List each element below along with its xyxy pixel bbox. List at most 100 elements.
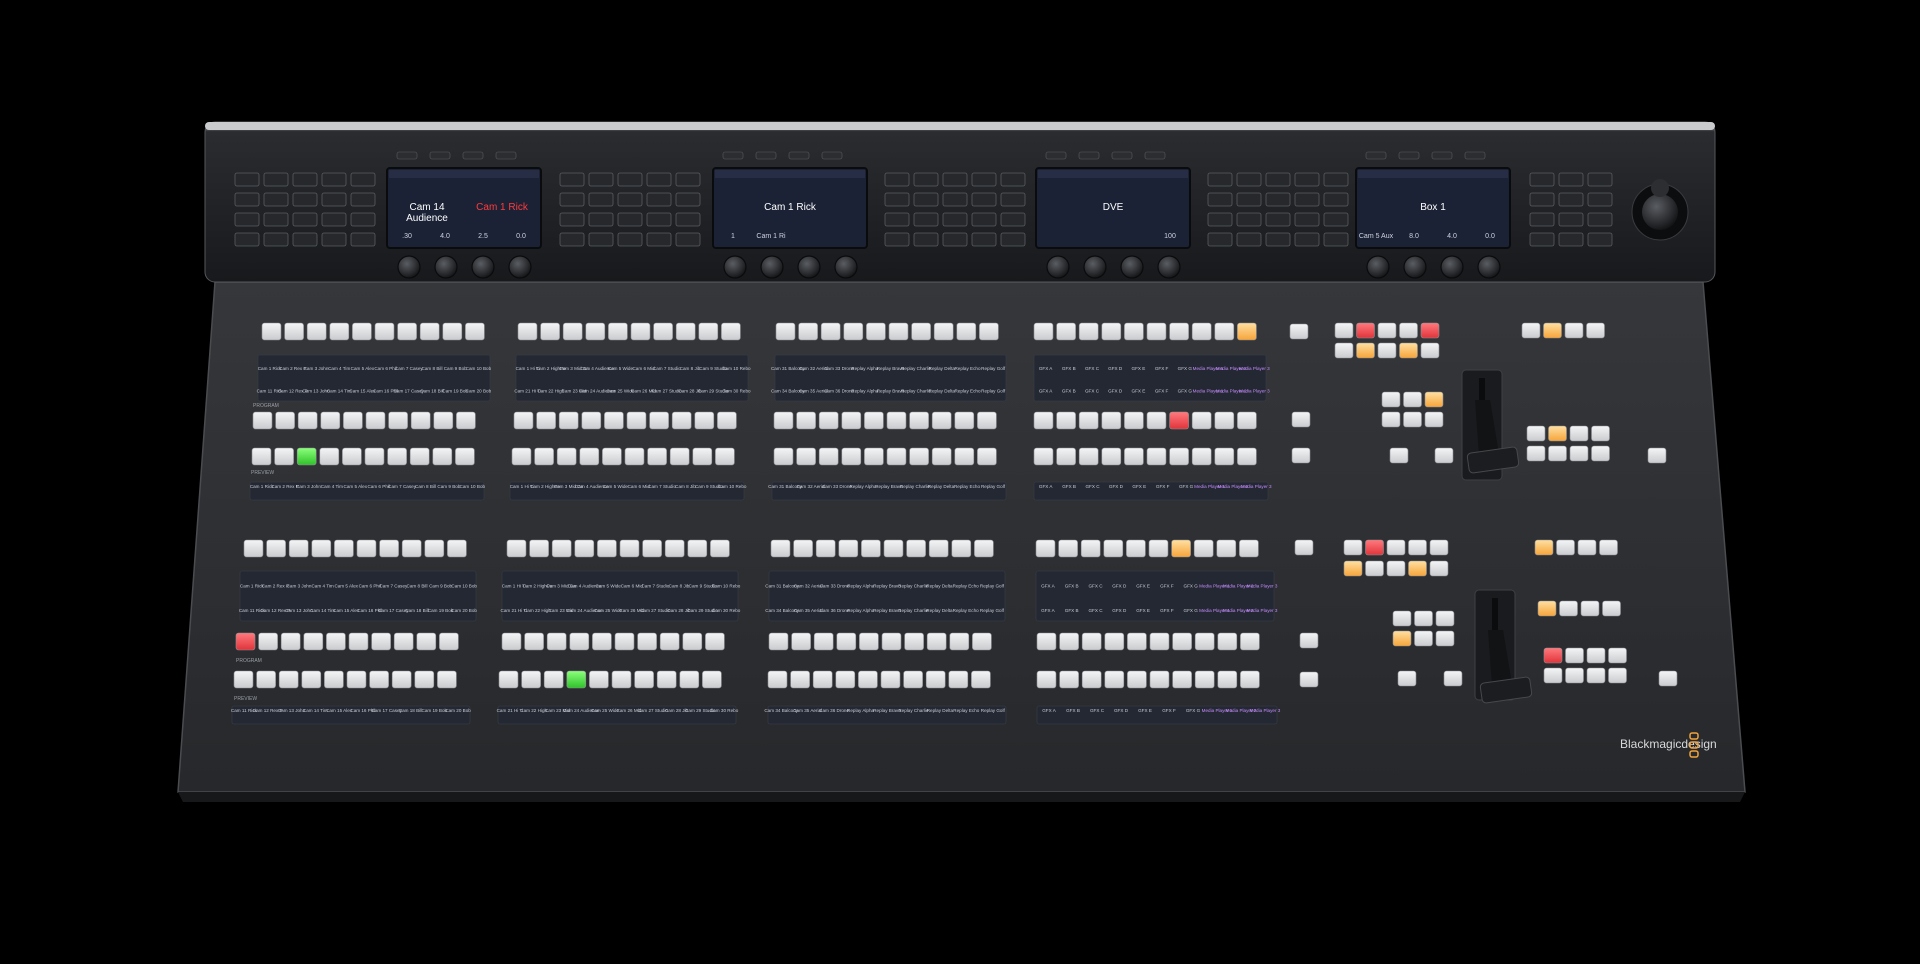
key-program-bus-2[interactable]: [326, 632, 346, 651]
key-select-bus-1[interactable]: [888, 322, 909, 341]
key-select-bus-1[interactable]: [608, 322, 628, 341]
key-program-bus-1[interactable]: [1101, 411, 1122, 430]
key-program-bus-1[interactable]: [581, 411, 602, 430]
key-select-bus-1[interactable]: [843, 322, 864, 341]
next-transition-key[interactable]: [1521, 322, 1541, 339]
key-program-bus-2[interactable]: [949, 632, 970, 651]
key-select-bus-2-lit-amber[interactable]: [1171, 539, 1191, 558]
transition-style-key[interactable]: [1403, 411, 1422, 428]
key-preview-bus-2[interactable]: [521, 670, 541, 689]
key-select-bus-2[interactable]: [1239, 539, 1259, 558]
key-program-bus-2[interactable]: [926, 632, 947, 651]
key-program-bus-1[interactable]: [604, 411, 624, 430]
key-program-bus-1[interactable]: [649, 411, 669, 430]
rotary-knob[interactable]: [1083, 255, 1107, 279]
key-preview-bus-1[interactable]: [556, 447, 577, 466]
bridge-cluster-3-key[interactable]: [884, 172, 910, 187]
bridge-cluster-4-key[interactable]: [1207, 212, 1233, 227]
key-preview-bus-1[interactable]: [387, 447, 407, 466]
keyer-key-lit-amber[interactable]: [1399, 342, 1418, 359]
bridge-cluster-4-key[interactable]: [1294, 212, 1320, 227]
transition-key[interactable]: [1397, 670, 1417, 687]
keyer-key[interactable]: [1420, 342, 1440, 359]
key-program-bus-2[interactable]: [569, 632, 590, 651]
bridge-cluster-4-key[interactable]: [1294, 192, 1320, 207]
key-preview-bus-2[interactable]: [1149, 670, 1170, 689]
bridge-cluster-4-key[interactable]: [1265, 212, 1291, 227]
key-select-bus-2[interactable]: [710, 539, 730, 558]
lcd-soft-key[interactable]: [1464, 151, 1486, 160]
key-program-bus-1[interactable]: [864, 411, 884, 430]
key-select-bus-2[interactable]: [793, 539, 813, 558]
key-preview-bus-1[interactable]: [455, 447, 475, 466]
keyer-key[interactable]: [1334, 322, 1354, 339]
rotary-knob[interactable]: [434, 255, 458, 279]
key-select-bus-2[interactable]: [951, 539, 972, 558]
bridge-cluster-2-key[interactable]: [675, 232, 701, 247]
key-preview-bus-2[interactable]: [656, 670, 677, 689]
bridge-cluster-4-key[interactable]: [1207, 172, 1233, 187]
key-select-bus-2[interactable]: [551, 539, 572, 558]
bridge-cluster-5-key[interactable]: [1529, 192, 1555, 207]
key-preview-bus-2[interactable]: [790, 670, 810, 689]
dsk-key[interactable]: [1548, 445, 1567, 462]
bridge-cluster-5-key[interactable]: [1529, 232, 1555, 247]
key-program-bus-1[interactable]: [1146, 411, 1167, 430]
key-program-bus-2-lit-red[interactable]: [235, 632, 256, 651]
lcd-soft-key[interactable]: [1111, 151, 1133, 160]
key-preview-bus-1[interactable]: [647, 447, 667, 466]
bridge-cluster-3-key[interactable]: [913, 212, 939, 227]
key-select-bus-2[interactable]: [506, 539, 527, 558]
key-preview-bus-2[interactable]: [858, 670, 878, 689]
keyer-key[interactable]: [1377, 342, 1397, 359]
rotary-knob[interactable]: [797, 255, 821, 279]
ftb-key[interactable]: [1647, 447, 1667, 464]
keyer-key[interactable]: [1429, 539, 1449, 556]
bridge-cluster-4-key[interactable]: [1323, 192, 1349, 207]
bridge-cluster-1-key[interactable]: [292, 192, 318, 207]
key-preview-bus-2[interactable]: [1127, 670, 1147, 689]
dsk-key-lit-amber[interactable]: [1537, 600, 1557, 617]
key-select-bus-1[interactable]: [1056, 322, 1076, 341]
key-preview-bus-2[interactable]: [880, 670, 901, 689]
key-program-bus-2[interactable]: [1036, 632, 1057, 651]
bridge-cluster-1-key[interactable]: [234, 172, 260, 187]
key-program-bus-1[interactable]: [886, 411, 907, 430]
key-program-bus-2[interactable]: [393, 632, 414, 651]
key-select-bus-2[interactable]: [1148, 539, 1169, 558]
key-select-bus-1[interactable]: [820, 322, 841, 341]
key-select-bus-2[interactable]: [770, 539, 791, 558]
key-program-bus-2[interactable]: [682, 632, 703, 651]
key-preview-bus-1[interactable]: [864, 447, 884, 466]
keyer-key[interactable]: [1377, 322, 1397, 339]
key-preview-bus-2[interactable]: [812, 670, 833, 689]
key-program-bus-1-lit-red[interactable]: [1169, 411, 1189, 430]
keyer-key[interactable]: [1386, 539, 1406, 556]
key-program-bus-1[interactable]: [252, 411, 273, 430]
transition-key[interactable]: [1389, 447, 1409, 464]
bridge-cluster-3-key[interactable]: [942, 212, 968, 227]
key-preview-bus-1[interactable]: [1214, 447, 1235, 466]
bridge-cluster-3-key[interactable]: [971, 172, 997, 187]
transition-style-key[interactable]: [1392, 610, 1412, 627]
key-select-bus-2[interactable]: [883, 539, 904, 558]
dsk-key-lit-red[interactable]: [1543, 647, 1563, 664]
key-select-bus-2[interactable]: [838, 539, 859, 558]
transition-style-key[interactable]: [1424, 411, 1444, 428]
dsk-key[interactable]: [1569, 425, 1589, 442]
key-select-bus-1[interactable]: [933, 322, 954, 341]
key-program-bus-2[interactable]: [705, 632, 725, 651]
key-select-bus-1[interactable]: [866, 322, 886, 341]
key-program-bus-2[interactable]: [859, 632, 879, 651]
bridge-cluster-4-key[interactable]: [1236, 192, 1262, 207]
key-preview-bus-2[interactable]: [391, 670, 412, 689]
key-select-bus-2[interactable]: [974, 539, 994, 558]
key-program-bus-1[interactable]: [818, 411, 839, 430]
key-select-bus-1[interactable]: [979, 322, 999, 341]
key-preview-bus-1[interactable]: [796, 447, 816, 466]
key-preview-bus-1[interactable]: [841, 447, 862, 466]
bridge-cluster-3-key[interactable]: [884, 192, 910, 207]
key-preview-bus-2[interactable]: [971, 670, 991, 689]
bridge-cluster-3-key[interactable]: [1000, 192, 1026, 207]
key-preview-bus-1[interactable]: [511, 447, 532, 466]
